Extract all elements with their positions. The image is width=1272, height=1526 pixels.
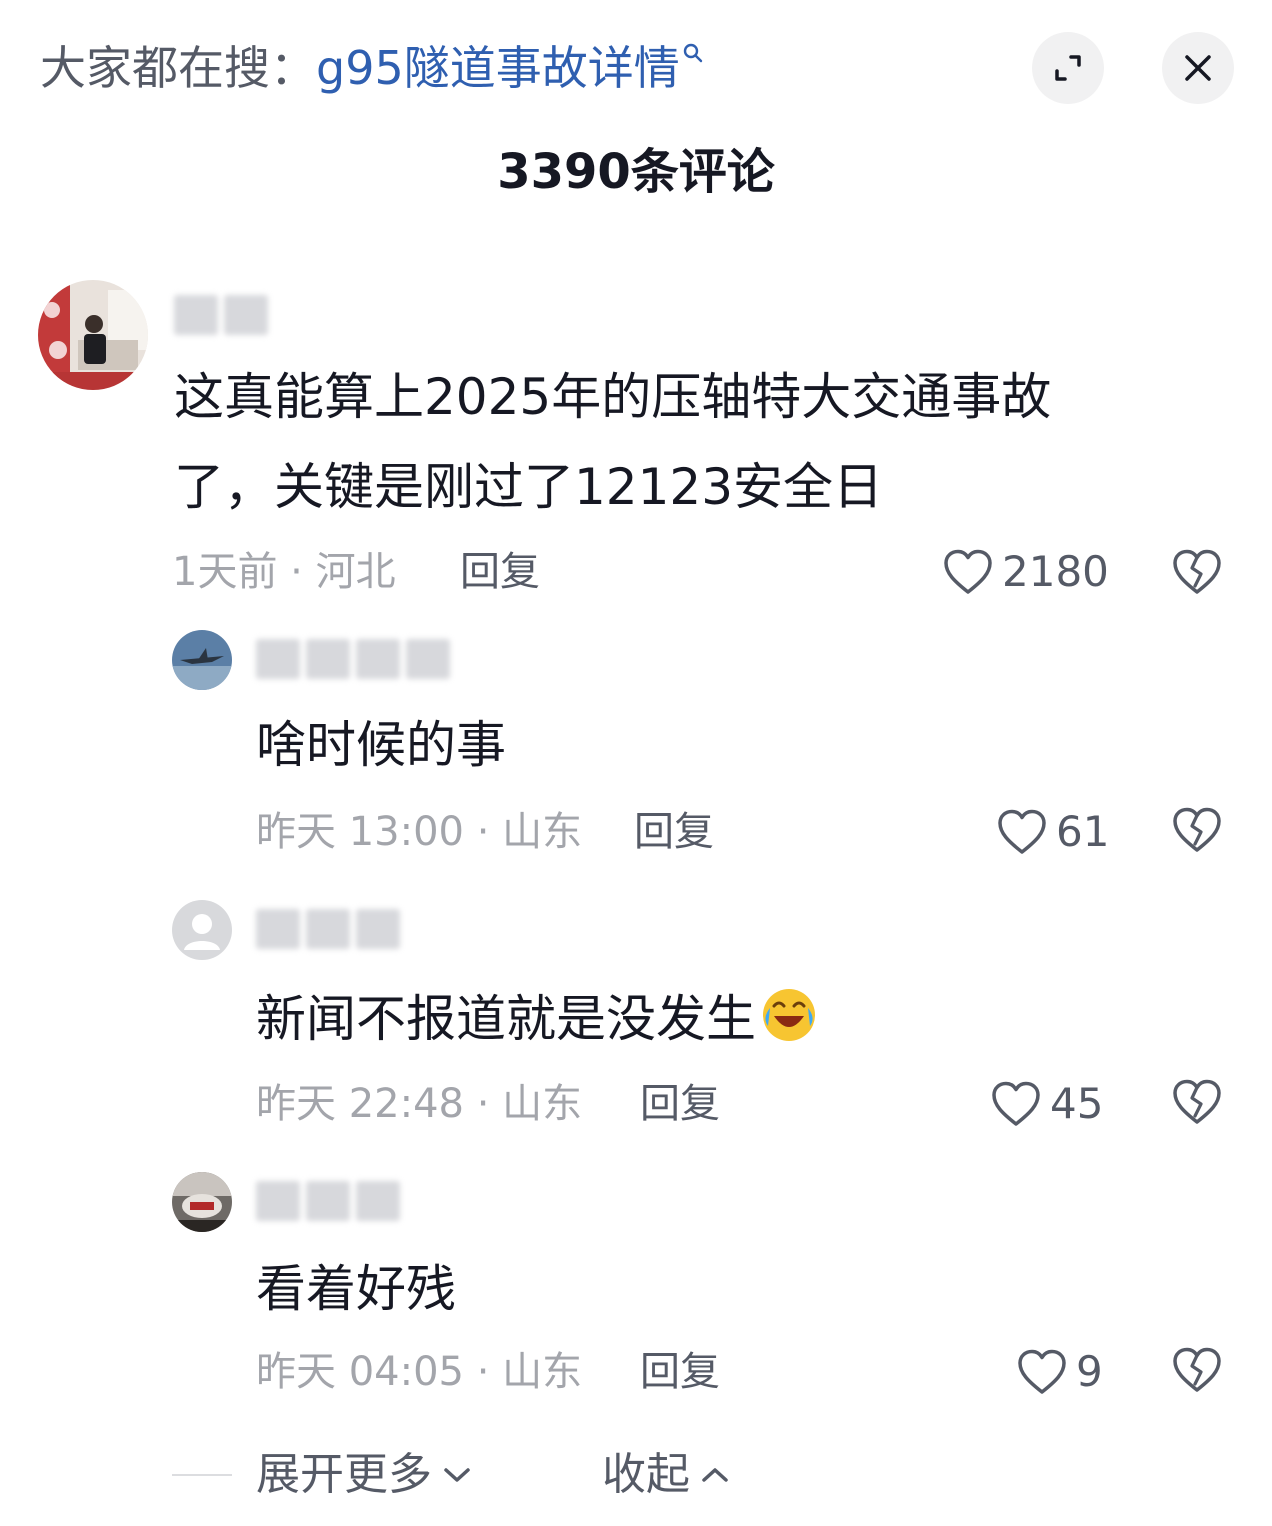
search-term-link[interactable]: g95隧道事故详情 bbox=[316, 41, 680, 95]
expand-more-label: 展开更多 bbox=[256, 1449, 432, 1500]
collapse-button[interactable]: 收起 bbox=[602, 1446, 730, 1504]
username[interactable] bbox=[174, 292, 270, 338]
like-count: 45 bbox=[1050, 1079, 1104, 1128]
like-button[interactable]: 45 bbox=[990, 1078, 1103, 1130]
search-icon bbox=[680, 38, 706, 98]
search-prefix: 大家都在搜： bbox=[40, 41, 316, 95]
username[interactable] bbox=[256, 636, 452, 682]
comment-text: 这真能算上2025年的压轴特大交通事故 bbox=[174, 368, 1052, 426]
like-count: 2180 bbox=[1002, 547, 1109, 596]
expand-more-button[interactable]: 展开更多 bbox=[256, 1446, 472, 1504]
avatar[interactable] bbox=[172, 1172, 232, 1232]
broken-heart-icon bbox=[1173, 1347, 1221, 1392]
comment-meta: 1天前 · 河北 bbox=[172, 549, 396, 595]
chevron-down-icon bbox=[444, 1468, 470, 1482]
expand-button[interactable] bbox=[1032, 32, 1104, 104]
divider bbox=[172, 1474, 232, 1476]
broken-heart-icon bbox=[1173, 1079, 1221, 1124]
avatar[interactable] bbox=[172, 630, 232, 690]
laughing-crying-emoji-icon bbox=[763, 989, 815, 1041]
heart-icon bbox=[992, 1081, 1040, 1126]
like-button[interactable]: 9 bbox=[1016, 1346, 1103, 1398]
comment-text: 了，关键是刚过了12123安全日 bbox=[174, 458, 884, 516]
heart-icon bbox=[998, 809, 1046, 854]
comment-text: 新闻不报道就是没发生 bbox=[256, 974, 818, 1064]
comment-meta: 昨天 13:00 · 山东 bbox=[256, 809, 583, 855]
username[interactable] bbox=[256, 906, 404, 952]
comment-text: 看着好残 bbox=[256, 1260, 456, 1318]
heart-icon bbox=[944, 549, 992, 594]
broken-heart-icon bbox=[1173, 549, 1221, 594]
collapse-label: 收起 bbox=[602, 1449, 690, 1500]
reply-button[interactable]: 回复 bbox=[460, 546, 540, 598]
chevron-up-icon bbox=[702, 1468, 728, 1482]
dislike-button[interactable] bbox=[1170, 1346, 1224, 1398]
dislike-button[interactable] bbox=[1170, 548, 1224, 600]
like-button[interactable]: 61 bbox=[996, 806, 1109, 858]
heart-icon bbox=[1018, 1349, 1066, 1394]
like-count: 61 bbox=[1056, 807, 1110, 856]
dislike-button[interactable] bbox=[1170, 806, 1224, 858]
comment-count-title: 3390条评论 bbox=[497, 144, 775, 200]
like-button[interactable]: 2180 bbox=[942, 546, 1109, 598]
search-suggestion[interactable]: 大家都在搜：g95隧道事故详情 bbox=[40, 38, 706, 98]
dislike-button[interactable] bbox=[1170, 1078, 1224, 1130]
username[interactable] bbox=[256, 1178, 404, 1224]
reply-button[interactable]: 回复 bbox=[640, 1346, 720, 1398]
avatar[interactable] bbox=[38, 280, 148, 390]
reply-button[interactable]: 回复 bbox=[634, 806, 714, 858]
broken-heart-icon bbox=[1173, 807, 1221, 852]
reply-button[interactable]: 回复 bbox=[640, 1078, 720, 1130]
like-count: 9 bbox=[1076, 1347, 1103, 1396]
comment-meta: 昨天 22:48 · 山东 bbox=[256, 1081, 583, 1127]
close-icon bbox=[1185, 55, 1211, 81]
avatar[interactable] bbox=[172, 900, 232, 960]
expand-icon bbox=[1055, 55, 1081, 81]
close-button[interactable] bbox=[1162, 32, 1234, 104]
comment-meta: 昨天 04:05 · 山东 bbox=[256, 1349, 583, 1395]
comment-text: 啥时候的事 bbox=[256, 716, 506, 774]
